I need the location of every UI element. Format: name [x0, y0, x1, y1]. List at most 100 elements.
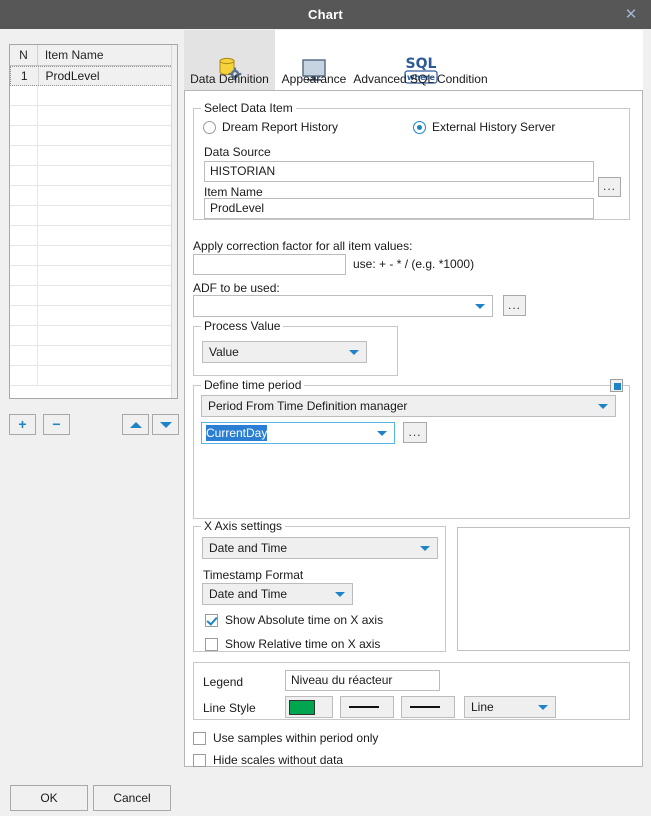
adf-combo[interactable] — [193, 295, 493, 317]
time-period-value-combo[interactable]: CurrentDay — [201, 422, 395, 444]
table-row-empty[interactable] — [10, 286, 177, 306]
window-title: Chart — [308, 7, 343, 22]
table-row-empty[interactable] — [10, 366, 177, 386]
remove-item-button[interactable]: − — [43, 414, 70, 435]
legend-line-style-panel: Legend Niveau du réacteur Line Style Lin… — [193, 662, 630, 720]
line-pattern-combo[interactable] — [401, 696, 455, 718]
axis-preview-list[interactable] — [457, 527, 630, 651]
column-header-item-name: Item Name — [44, 48, 104, 62]
table-row-empty[interactable] — [10, 306, 177, 326]
column-header-n: N — [10, 45, 38, 65]
ok-button[interactable]: OK — [10, 785, 88, 811]
svg-text:SQL: SQL — [405, 56, 436, 72]
line-color-combo[interactable] — [285, 696, 333, 718]
checkbox-box — [205, 637, 218, 651]
define-time-period-group: Define time period Period From Time Defi… — [193, 378, 630, 519]
checkbox-hide-scales-without-data[interactable]: Hide scales without data — [193, 753, 343, 767]
line-pattern-preview — [410, 706, 440, 708]
radio-label: Dream Report History — [222, 120, 339, 134]
tab-label: Data Definition — [190, 72, 269, 86]
move-up-button[interactable] — [122, 414, 149, 435]
time-period-mode-combo[interactable]: Period From Time Definition manager — [201, 395, 616, 417]
table-row-empty[interactable] — [10, 146, 177, 166]
process-value-group: Process Value Value — [193, 319, 398, 376]
time-period-value: CurrentDay — [206, 425, 268, 441]
table-row-empty[interactable] — [10, 186, 177, 206]
x-axis-settings-group: X Axis settings Date and Time Timestamp … — [193, 519, 446, 652]
triangle-up-icon — [129, 422, 142, 428]
adf-label: ADF to be used: — [193, 281, 280, 295]
correction-factor-input[interactable] — [193, 254, 346, 275]
adf-browse-button[interactable]: ... — [503, 295, 526, 316]
list-right-gutter — [171, 45, 177, 398]
tab-data-definition[interactable]: Data Definition — [184, 30, 275, 90]
tab-appearance[interactable]: Appearance — [275, 30, 353, 90]
radio-dream-report-history[interactable]: Dream Report History — [203, 120, 338, 134]
table-row-empty[interactable] — [10, 206, 177, 226]
table-row-empty[interactable] — [10, 86, 177, 106]
checkbox-show-relative-time[interactable]: Show Relative time on X axis — [205, 637, 380, 651]
chevron-down-icon — [420, 546, 430, 551]
window-titlebar: Chart ✕ — [0, 0, 651, 29]
timestamp-format-label: Timestamp Format — [203, 568, 304, 582]
table-row-empty[interactable] — [10, 126, 177, 146]
add-item-button[interactable]: + — [9, 414, 36, 435]
checkbox-label: Show Absolute time on X axis — [225, 613, 384, 627]
move-down-button[interactable] — [152, 414, 179, 435]
group-caption: Select Data Item — [201, 101, 296, 115]
line-style-label: Line Style — [203, 701, 256, 715]
table-row[interactable]: 1 ProdLevel — [10, 66, 177, 86]
chart-type-value: Line — [471, 700, 494, 714]
x-axis-type-combo[interactable]: Date and Time — [202, 537, 438, 559]
tab-advanced-sql-condition[interactable]: SQL where Advanced SQL Condition — [353, 30, 488, 90]
chevron-down-icon — [598, 404, 608, 409]
table-row-empty[interactable] — [10, 346, 177, 366]
item-list[interactable]: N Item Name 1 ProdLevel — [9, 44, 178, 399]
table-row-empty[interactable] — [10, 166, 177, 186]
select-data-item-group: Select Data Item Dream Report History Ex… — [193, 101, 630, 220]
checkbox-label: Show Relative time on X axis — [225, 637, 381, 651]
legend-label: Legend — [203, 675, 244, 689]
data-source-label: Data Source — [204, 145, 271, 159]
browse-item-button[interactable]: ... — [598, 177, 621, 197]
tab-strip: Data Definition Appearance SQL where Adv… — [184, 30, 643, 91]
row-index: 1 — [11, 67, 39, 85]
table-row-empty[interactable] — [10, 226, 177, 246]
table-row-empty[interactable] — [10, 326, 177, 346]
time-period-browse-button[interactable]: ... — [403, 422, 427, 443]
close-icon[interactable]: ✕ — [611, 0, 651, 29]
process-value-selected: Value — [209, 345, 239, 359]
triangle-down-icon — [159, 422, 172, 428]
item-name-field[interactable]: ProdLevel — [204, 198, 594, 219]
data-definition-panel: Select Data Item Dream Report History Ex… — [184, 91, 643, 767]
checkbox-use-samples-within-period[interactable]: Use samples within period only — [193, 731, 378, 745]
table-row-empty[interactable] — [10, 246, 177, 266]
expand-toggle-button[interactable] — [610, 379, 623, 392]
line-width-combo[interactable] — [340, 696, 394, 718]
data-source-field[interactable]: HISTORIAN — [204, 161, 594, 182]
timestamp-format-combo[interactable]: Date and Time — [202, 583, 353, 605]
x-axis-type-value: Date and Time — [209, 541, 288, 555]
tab-label: Appearance — [281, 72, 347, 86]
line-width-preview — [349, 705, 379, 709]
table-row-empty[interactable] — [10, 106, 177, 126]
chevron-down-icon — [475, 304, 485, 309]
radio-external-history-server[interactable]: External History Server — [413, 120, 555, 134]
checkbox-box — [193, 753, 206, 767]
legend-input[interactable]: Niveau du réacteur — [285, 670, 440, 691]
checkbox-box — [193, 731, 206, 745]
item-name-label: Item Name — [204, 185, 263, 199]
row-item-name: ProdLevel — [45, 69, 100, 83]
color-swatch — [289, 700, 315, 715]
cancel-button[interactable]: Cancel — [93, 785, 171, 811]
table-row-empty[interactable] — [10, 266, 177, 286]
group-caption: X Axis settings — [201, 519, 286, 533]
process-value-combo[interactable]: Value — [202, 341, 367, 363]
radio-label: External History Server — [432, 120, 556, 134]
item-list-header: N Item Name — [10, 45, 177, 66]
chevron-down-icon — [538, 705, 548, 710]
checkbox-label: Use samples within period only — [213, 731, 379, 745]
chart-type-combo[interactable]: Line — [464, 696, 556, 718]
group-caption: Define time period — [201, 378, 305, 392]
checkbox-show-absolute-time[interactable]: Show Absolute time on X axis — [205, 613, 383, 627]
